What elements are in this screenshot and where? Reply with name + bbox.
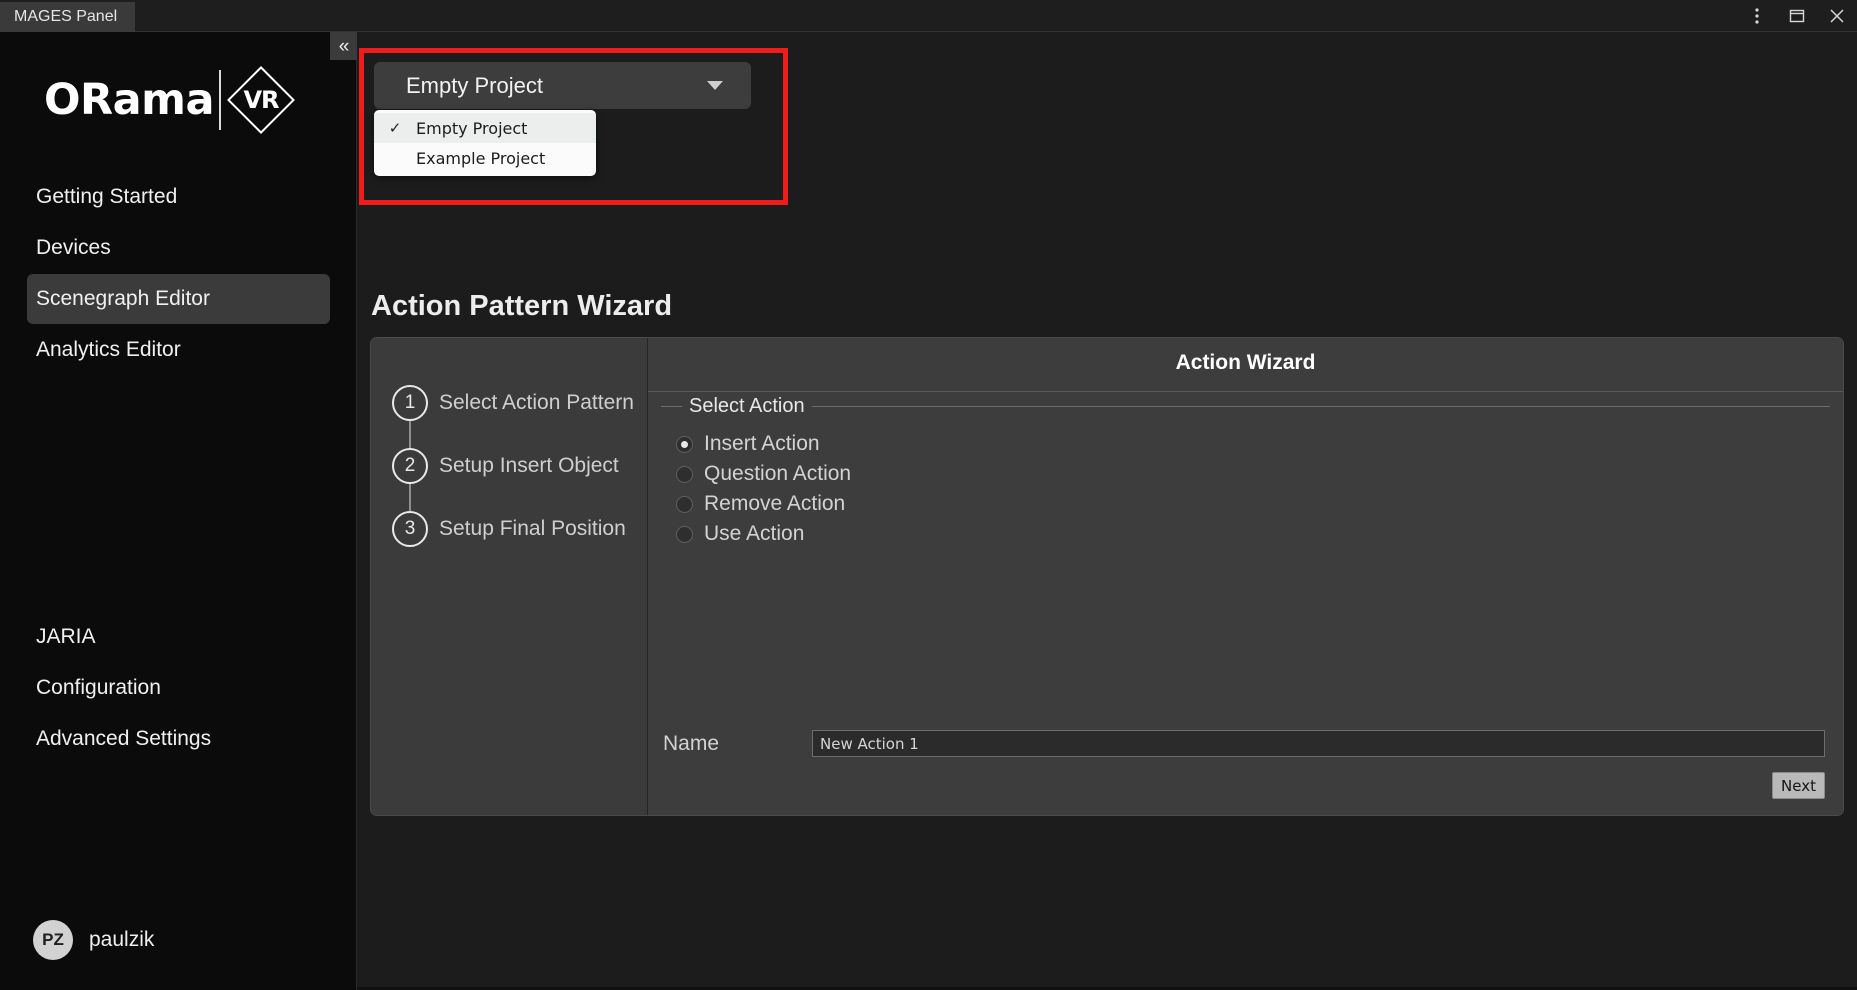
- collapse-chevron-icon: «: [339, 37, 350, 56]
- select-action-group: Select Action Insert Action Question Act…: [661, 406, 1830, 706]
- radio-label: Insert Action: [704, 432, 820, 456]
- sidebar-item-configuration[interactable]: Configuration: [27, 663, 330, 713]
- orama-vr-logo: ORama VR: [44, 68, 298, 132]
- project-select[interactable]: Empty Project: [374, 62, 751, 109]
- radio-remove-action[interactable]: Remove Action: [676, 492, 845, 516]
- name-field-row: Name: [663, 730, 1825, 757]
- step-number: 2: [392, 448, 428, 484]
- radio-indicator-icon: [676, 466, 693, 483]
- page-title: Action Pattern Wizard: [371, 290, 672, 323]
- menu-item-empty-project[interactable]: ✓ Empty Project: [374, 113, 596, 143]
- window-tab-strip: MAGES Panel: [0, 2, 135, 32]
- wizard-step-2[interactable]: 2 Setup Insert Object: [371, 434, 647, 497]
- sidebar-item-label: Configuration: [36, 676, 161, 700]
- user-name-label: paulzik: [89, 928, 154, 952]
- wizard-step-3[interactable]: 3 Setup Final Position: [371, 497, 647, 560]
- logo-wordmark: ORama: [44, 75, 214, 125]
- sidebar-item-advanced-settings[interactable]: Advanced Settings: [27, 714, 330, 764]
- check-icon: ✓: [374, 119, 416, 137]
- step-number: 1: [392, 385, 428, 421]
- sidebar-item-label: Scenegraph Editor: [36, 287, 210, 311]
- sidebar-item-label: Devices: [36, 236, 111, 260]
- main-content: Empty Project ✓ Empty Project Example Pr…: [357, 32, 1857, 990]
- logo-divider: [219, 70, 221, 130]
- sidebar-item-scenegraph-editor[interactable]: Scenegraph Editor: [27, 274, 330, 324]
- project-select-value: Empty Project: [406, 73, 707, 99]
- sidebar-item-label: JARIA: [36, 625, 96, 649]
- mages-panel-window: MAGES Panel: [0, 0, 1857, 990]
- sidebar-item-devices[interactable]: Devices: [27, 223, 330, 273]
- step-label: Setup Final Position: [439, 517, 626, 541]
- logo-vr-diamond: VR: [224, 63, 298, 137]
- window-tab-mages-panel[interactable]: MAGES Panel: [0, 2, 135, 32]
- project-select-menu: ✓ Empty Project Example Project: [374, 110, 596, 176]
- step-number: 3: [392, 511, 428, 547]
- wizard-stepper: 1 Select Action Pattern 2 Setup Insert O…: [371, 338, 648, 815]
- wizard-container: 1 Select Action Pattern 2 Setup Insert O…: [370, 337, 1844, 816]
- action-wizard-panel: Action Wizard Select Action Insert Actio…: [648, 338, 1843, 815]
- radio-indicator-icon: [676, 436, 693, 453]
- avatar: PZ: [33, 920, 73, 960]
- group-divider: [661, 406, 1830, 407]
- sidebar-item-label: Getting Started: [36, 185, 177, 209]
- window-titlebar: MAGES Panel: [0, 0, 1857, 32]
- sidebar-item-getting-started[interactable]: Getting Started: [27, 172, 330, 222]
- sidebar-item-label: Advanced Settings: [36, 727, 211, 751]
- logo-vr-text: VR: [243, 86, 278, 114]
- menu-item-example-project[interactable]: Example Project: [374, 143, 596, 173]
- step-label: Setup Insert Object: [439, 454, 619, 478]
- sidebar-item-label: Analytics Editor: [36, 338, 181, 362]
- sidebar: ORama VR Getting Started Devices Scenegr…: [0, 32, 357, 990]
- panel-title: Action Wizard: [648, 351, 1843, 375]
- window-controls: [1737, 0, 1857, 32]
- more-options-icon[interactable]: [1737, 0, 1777, 32]
- sidebar-item-jaria[interactable]: JARIA: [27, 612, 330, 662]
- sidebar-item-analytics-editor[interactable]: Analytics Editor: [27, 325, 330, 375]
- radio-label: Question Action: [704, 462, 851, 486]
- panel-title-divider: [648, 391, 1843, 392]
- radio-indicator-icon: [676, 496, 693, 513]
- menu-item-label: Empty Project: [416, 119, 527, 138]
- chevron-down-icon: [707, 81, 723, 90]
- step-label: Select Action Pattern: [439, 391, 634, 415]
- sidebar-collapse-icon[interactable]: «: [330, 32, 358, 60]
- radio-insert-action[interactable]: Insert Action: [676, 432, 820, 456]
- radio-use-action[interactable]: Use Action: [676, 522, 804, 546]
- radio-label: Use Action: [704, 522, 804, 546]
- name-input[interactable]: [812, 730, 1825, 757]
- close-icon[interactable]: [1817, 0, 1857, 32]
- radio-question-action[interactable]: Question Action: [676, 462, 851, 486]
- wizard-step-1[interactable]: 1 Select Action Pattern: [371, 371, 647, 434]
- menu-item-label: Example Project: [416, 149, 545, 168]
- radio-indicator-icon: [676, 526, 693, 543]
- radio-label: Remove Action: [704, 492, 845, 516]
- user-account-row[interactable]: PZ paulzik: [33, 920, 154, 960]
- next-button[interactable]: Next: [1772, 772, 1825, 799]
- maximize-icon[interactable]: [1777, 0, 1817, 32]
- name-label: Name: [663, 732, 812, 756]
- group-legend: Select Action: [682, 395, 812, 418]
